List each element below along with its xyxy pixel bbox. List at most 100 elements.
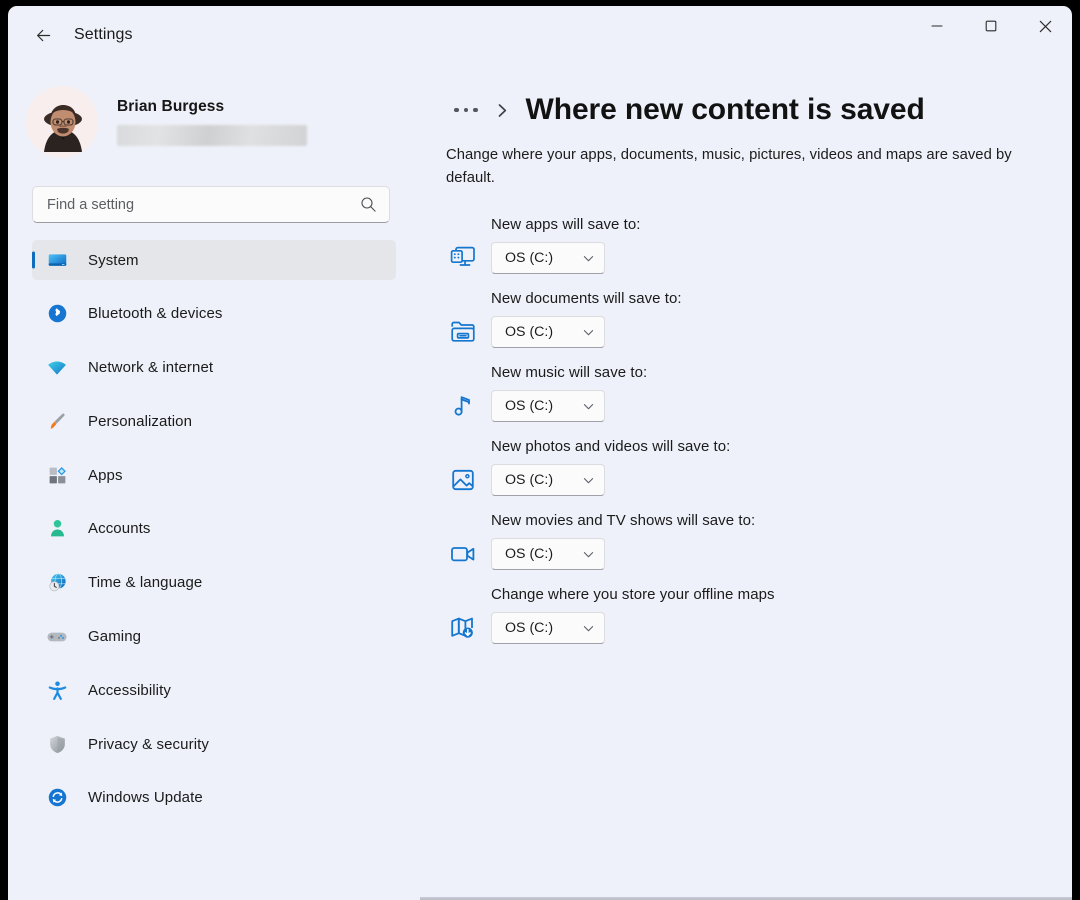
monitor-icon — [46, 249, 68, 271]
search-box[interactable] — [32, 186, 390, 223]
row-control: OS (C:) — [446, 537, 1072, 571]
gamepad-icon — [46, 626, 68, 648]
page-description: Change where your apps, documents, music… — [446, 144, 1046, 190]
dropdown-value: OS (C:) — [505, 250, 553, 266]
update-sync-icon — [46, 787, 68, 809]
profile-email-redacted — [117, 125, 307, 146]
movies-tv-save-location-dropdown[interactable]: OS (C:) — [491, 538, 605, 570]
breadcrumb-dot — [473, 108, 478, 113]
title-bar: Settings — [8, 6, 1072, 64]
dropdown-value: OS (C:) — [505, 546, 553, 562]
sidebar-item-accessibility[interactable]: Accessibility — [32, 670, 396, 710]
breadcrumb: Where new content is saved — [446, 86, 1072, 134]
sidebar-item-label: System — [88, 252, 139, 269]
sidebar-item-personalization[interactable]: Personalization — [32, 401, 396, 441]
search-icon[interactable] — [360, 196, 377, 213]
photos-videos-save-location-dropdown[interactable]: OS (C:) — [491, 464, 605, 496]
row-label: New apps will save to: — [491, 216, 1072, 233]
sidebar-item-label: Gaming — [88, 628, 141, 645]
save-row-movies-tv: New movies and TV shows will save to: OS… — [446, 512, 1072, 571]
dropdown-value: OS (C:) — [505, 324, 553, 340]
sidebar-item-label: Apps — [88, 467, 123, 484]
user-avatar-photo — [26, 86, 98, 158]
save-row-apps: New apps will save to: — [446, 216, 1072, 275]
window-body: Brian Burgess — [8, 64, 1072, 900]
sidebar-item-apps[interactable]: Apps — [32, 455, 396, 495]
dropdown-value: OS (C:) — [505, 620, 553, 636]
row-label: New photos and videos will save to: — [491, 438, 1072, 455]
apps-save-location-dropdown[interactable]: OS (C:) — [491, 242, 605, 274]
row-label: New movies and TV shows will save to: — [491, 512, 1072, 529]
save-row-documents: New documents will save to: OS (C:) — [446, 290, 1072, 349]
profile-text: Brian Burgess — [117, 98, 307, 146]
sidebar-item-bluetooth-devices[interactable]: Bluetooth & devices — [32, 294, 396, 334]
save-row-offline-maps: Change where you store your offline maps — [446, 586, 1072, 645]
sidebar-nav: System Bluetooth & devices — [8, 240, 420, 818]
minimize-button[interactable] — [910, 6, 964, 46]
app-title: Settings — [74, 18, 133, 52]
sidebar-item-windows-update[interactable]: Windows Update — [32, 778, 396, 818]
offline-maps-save-location-dropdown[interactable]: OS (C:) — [491, 612, 605, 644]
map-download-icon — [446, 611, 480, 645]
back-button[interactable] — [22, 18, 64, 52]
save-row-photos-videos: New photos and videos will save to: OS (… — [446, 438, 1072, 497]
chevron-down-icon — [582, 252, 595, 265]
dropdown-value: OS (C:) — [505, 398, 553, 414]
sidebar-item-label: Accessibility — [88, 682, 171, 699]
avatar[interactable] — [26, 86, 98, 158]
row-label: Change where you store your offline maps — [491, 586, 1072, 603]
row-label: New documents will save to: — [491, 290, 1072, 307]
row-control: OS (C:) — [446, 463, 1072, 497]
back-arrow-icon — [34, 26, 53, 45]
apps-monitor-icon — [446, 241, 480, 275]
sidebar-item-time-language[interactable]: Time & language — [32, 563, 396, 603]
row-label: New music will save to: — [491, 364, 1072, 381]
profile-section[interactable]: Brian Burgess — [26, 82, 420, 162]
search-input[interactable] — [47, 197, 360, 213]
video-camera-icon — [446, 537, 480, 571]
chevron-down-icon — [582, 400, 595, 413]
sidebar-item-label: Network & internet — [88, 359, 213, 376]
breadcrumb-dot — [464, 108, 469, 113]
paintbrush-icon — [46, 410, 68, 432]
breadcrumb-dot — [454, 108, 459, 113]
profile-name: Brian Burgess — [117, 98, 307, 116]
maximize-button[interactable] — [964, 6, 1018, 46]
dropdown-value: OS (C:) — [505, 472, 553, 488]
main-content: Where new content is saved Change where … — [420, 64, 1072, 900]
chevron-down-icon — [582, 474, 595, 487]
row-control: OS (C:) — [446, 389, 1072, 423]
sidebar-item-system[interactable]: System — [32, 240, 396, 280]
music-save-location-dropdown[interactable]: OS (C:) — [491, 390, 605, 422]
more-breadcrumb-icon[interactable] — [446, 102, 486, 119]
accessibility-icon — [46, 679, 68, 701]
sidebar-item-label: Bluetooth & devices — [88, 305, 222, 322]
page-title: Where new content is saved — [526, 93, 925, 127]
row-control: OS (C:) — [446, 241, 1072, 275]
chevron-down-icon — [582, 326, 595, 339]
close-button[interactable] — [1018, 6, 1072, 46]
sidebar-item-label: Windows Update — [88, 789, 203, 806]
row-control: OS (C:) — [446, 611, 1072, 645]
clock-globe-icon — [46, 572, 68, 594]
maximize-icon — [985, 20, 997, 32]
sidebar-item-network-internet[interactable]: Network & internet — [32, 348, 396, 388]
sidebar-item-label: Privacy & security — [88, 736, 209, 753]
chevron-right-icon — [495, 101, 510, 120]
close-icon — [1039, 20, 1052, 33]
chevron-down-icon — [582, 548, 595, 561]
picture-icon — [446, 463, 480, 497]
minimize-icon — [931, 20, 943, 32]
bluetooth-icon — [46, 303, 68, 325]
sidebar-item-privacy-security[interactable]: Privacy & security — [32, 724, 396, 764]
apps-grid-icon — [46, 464, 68, 486]
row-control: OS (C:) — [446, 315, 1072, 349]
save-location-rows: New apps will save to: — [446, 216, 1072, 645]
sidebar-item-gaming[interactable]: Gaming — [32, 617, 396, 657]
documents-save-location-dropdown[interactable]: OS (C:) — [491, 316, 605, 348]
documents-folder-icon — [446, 315, 480, 349]
music-note-icon — [446, 389, 480, 423]
person-icon — [46, 518, 68, 540]
sidebar-item-accounts[interactable]: Accounts — [32, 509, 396, 549]
wifi-icon — [46, 357, 68, 379]
